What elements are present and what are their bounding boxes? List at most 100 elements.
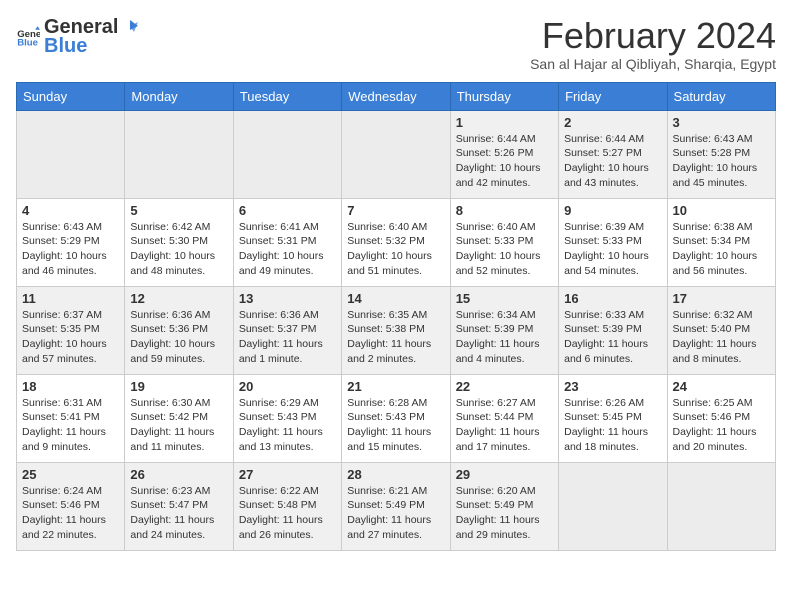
day-number: 24: [673, 379, 770, 394]
calendar-table: SundayMondayTuesdayWednesdayThursdayFrid…: [16, 82, 776, 551]
day-number: 21: [347, 379, 444, 394]
header-day-friday: Friday: [559, 82, 667, 110]
day-info: Sunrise: 6:23 AM Sunset: 5:47 PM Dayligh…: [130, 484, 227, 543]
day-number: 12: [130, 291, 227, 306]
day-number: 22: [456, 379, 553, 394]
calendar-week-3: 11 Sunrise: 6:37 AM Sunset: 5:35 PM Dayli…: [17, 286, 776, 374]
day-info: Sunrise: 6:37 AM Sunset: 5:35 PM Dayligh…: [22, 308, 119, 367]
day-number: 29: [456, 467, 553, 482]
header-day-monday: Monday: [125, 82, 233, 110]
day-number: 3: [673, 115, 770, 130]
day-info: Sunrise: 6:35 AM Sunset: 5:38 PM Dayligh…: [347, 308, 444, 367]
calendar-cell-week2-day2: 6 Sunrise: 6:41 AM Sunset: 5:31 PM Daylig…: [233, 198, 341, 286]
calendar-cell-week5-day1: 26 Sunrise: 6:23 AM Sunset: 5:47 PM Dayli…: [125, 462, 233, 550]
calendar-cell-week4-day0: 18 Sunrise: 6:31 AM Sunset: 5:41 PM Dayli…: [17, 374, 125, 462]
day-info: Sunrise: 6:21 AM Sunset: 5:49 PM Dayligh…: [347, 484, 444, 543]
header-day-saturday: Saturday: [667, 82, 775, 110]
day-info: Sunrise: 6:20 AM Sunset: 5:49 PM Dayligh…: [456, 484, 553, 543]
day-info: Sunrise: 6:43 AM Sunset: 5:28 PM Dayligh…: [673, 132, 770, 191]
calendar-cell-week4-day6: 24 Sunrise: 6:25 AM Sunset: 5:46 PM Dayli…: [667, 374, 775, 462]
day-info: Sunrise: 6:28 AM Sunset: 5:43 PM Dayligh…: [347, 396, 444, 455]
calendar-cell-week1-day0: [17, 110, 125, 198]
calendar-cell-week5-day2: 27Sunrise: 6:22 AM Sunset: 5:48 PM Dayli…: [233, 462, 341, 550]
day-info: Sunrise: 6:44 AM Sunset: 5:26 PM Dayligh…: [456, 132, 553, 191]
day-info: Sunrise: 6:22 AM Sunset: 5:48 PM Dayligh…: [239, 484, 336, 543]
day-number: 18: [22, 379, 119, 394]
day-number: 26: [130, 467, 227, 482]
calendar-cell-week3-day0: 11 Sunrise: 6:37 AM Sunset: 5:35 PM Dayli…: [17, 286, 125, 374]
calendar-cell-week1-day3: [342, 110, 450, 198]
location-title: San al Hajar al Qibliyah, Sharqia, Egypt: [530, 56, 776, 72]
day-number: 17: [673, 291, 770, 306]
day-number: 25: [22, 467, 119, 482]
day-info: Sunrise: 6:40 AM Sunset: 5:32 PM Dayligh…: [347, 220, 444, 279]
calendar-cell-week1-day5: 2 Sunrise: 6:44 AM Sunset: 5:27 PM Daylig…: [559, 110, 667, 198]
header: General Blue General Blue February 2024 …: [16, 16, 776, 72]
header-day-thursday: Thursday: [450, 82, 558, 110]
calendar-cell-week4-day4: 22 Sunrise: 6:27 AM Sunset: 5:44 PM Dayli…: [450, 374, 558, 462]
day-info: Sunrise: 6:40 AM Sunset: 5:33 PM Dayligh…: [456, 220, 553, 279]
day-info: Sunrise: 6:33 AM Sunset: 5:39 PM Dayligh…: [564, 308, 661, 367]
calendar-cell-week1-day4: 1 Sunrise: 6:44 AM Sunset: 5:26 PM Daylig…: [450, 110, 558, 198]
header-day-sunday: Sunday: [17, 82, 125, 110]
day-number: 6: [239, 203, 336, 218]
calendar-cell-week2-day6: 10 Sunrise: 6:38 AM Sunset: 5:34 PM Dayli…: [667, 198, 775, 286]
day-info: Sunrise: 6:29 AM Sunset: 5:43 PM Dayligh…: [239, 396, 336, 455]
day-info: Sunrise: 6:34 AM Sunset: 5:39 PM Dayligh…: [456, 308, 553, 367]
calendar-cell-week5-day6: [667, 462, 775, 550]
calendar-cell-week3-day2: 13Sunrise: 6:36 AM Sunset: 5:37 PM Dayli…: [233, 286, 341, 374]
logo-icon: General Blue: [16, 25, 40, 49]
day-info: Sunrise: 6:44 AM Sunset: 5:27 PM Dayligh…: [564, 132, 661, 191]
calendar-cell-week4-day2: 20 Sunrise: 6:29 AM Sunset: 5:43 PM Dayli…: [233, 374, 341, 462]
day-info: Sunrise: 6:32 AM Sunset: 5:40 PM Dayligh…: [673, 308, 770, 367]
logo: General Blue General Blue: [16, 16, 138, 58]
calendar-cell-week3-day6: 17 Sunrise: 6:32 AM Sunset: 5:40 PM Dayli…: [667, 286, 775, 374]
day-info: Sunrise: 6:36 AM Sunset: 5:36 PM Dayligh…: [130, 308, 227, 367]
day-number: 10: [673, 203, 770, 218]
calendar-cell-week2-day3: 7Sunrise: 6:40 AM Sunset: 5:32 PM Daylig…: [342, 198, 450, 286]
calendar-cell-week2-day1: 5 Sunrise: 6:42 AM Sunset: 5:30 PM Daylig…: [125, 198, 233, 286]
calendar-week-4: 18 Sunrise: 6:31 AM Sunset: 5:41 PM Dayli…: [17, 374, 776, 462]
day-number: 2: [564, 115, 661, 130]
title-area: February 2024 San al Hajar al Qibliyah, …: [530, 16, 776, 72]
calendar-week-2: 4Sunrise: 6:43 AM Sunset: 5:29 PM Daylig…: [17, 198, 776, 286]
day-info: Sunrise: 6:41 AM Sunset: 5:31 PM Dayligh…: [239, 220, 336, 279]
header-day-wednesday: Wednesday: [342, 82, 450, 110]
day-info: Sunrise: 6:31 AM Sunset: 5:41 PM Dayligh…: [22, 396, 119, 455]
day-number: 9: [564, 203, 661, 218]
day-number: 14: [347, 291, 444, 306]
calendar-cell-week1-day1: [125, 110, 233, 198]
day-number: 13: [239, 291, 336, 306]
calendar-cell-week3-day1: 12 Sunrise: 6:36 AM Sunset: 5:36 PM Dayli…: [125, 286, 233, 374]
calendar-cell-week2-day0: 4Sunrise: 6:43 AM Sunset: 5:29 PM Daylig…: [17, 198, 125, 286]
calendar-cell-week2-day4: 8 Sunrise: 6:40 AM Sunset: 5:33 PM Daylig…: [450, 198, 558, 286]
day-number: 8: [456, 203, 553, 218]
day-number: 5: [130, 203, 227, 218]
header-day-tuesday: Tuesday: [233, 82, 341, 110]
day-info: Sunrise: 6:43 AM Sunset: 5:29 PM Dayligh…: [22, 220, 119, 279]
calendar-week-5: 25 Sunrise: 6:24 AM Sunset: 5:46 PM Dayli…: [17, 462, 776, 550]
calendar-cell-week3-day5: 16 Sunrise: 6:33 AM Sunset: 5:39 PM Dayli…: [559, 286, 667, 374]
day-info: Sunrise: 6:26 AM Sunset: 5:45 PM Dayligh…: [564, 396, 661, 455]
calendar-cell-week5-day4: 29 Sunrise: 6:20 AM Sunset: 5:49 PM Dayli…: [450, 462, 558, 550]
month-title: February 2024: [530, 16, 776, 56]
day-info: Sunrise: 6:30 AM Sunset: 5:42 PM Dayligh…: [130, 396, 227, 455]
day-info: Sunrise: 6:25 AM Sunset: 5:46 PM Dayligh…: [673, 396, 770, 455]
day-info: Sunrise: 6:42 AM Sunset: 5:30 PM Dayligh…: [130, 220, 227, 279]
day-info: Sunrise: 6:24 AM Sunset: 5:46 PM Dayligh…: [22, 484, 119, 543]
calendar-cell-week4-day3: 21 Sunrise: 6:28 AM Sunset: 5:43 PM Dayli…: [342, 374, 450, 462]
day-number: 19: [130, 379, 227, 394]
calendar-cell-week4-day5: 23Sunrise: 6:26 AM Sunset: 5:45 PM Dayli…: [559, 374, 667, 462]
day-info: Sunrise: 6:27 AM Sunset: 5:44 PM Dayligh…: [456, 396, 553, 455]
calendar-cell-week3-day3: 14 Sunrise: 6:35 AM Sunset: 5:38 PM Dayli…: [342, 286, 450, 374]
calendar-cell-week5-day3: 28Sunrise: 6:21 AM Sunset: 5:49 PM Dayli…: [342, 462, 450, 550]
day-number: 15: [456, 291, 553, 306]
day-number: 20: [239, 379, 336, 394]
calendar-cell-week1-day2: [233, 110, 341, 198]
day-info: Sunrise: 6:38 AM Sunset: 5:34 PM Dayligh…: [673, 220, 770, 279]
calendar-cell-week2-day5: 9Sunrise: 6:39 AM Sunset: 5:33 PM Daylig…: [559, 198, 667, 286]
calendar-cell-week5-day0: 25 Sunrise: 6:24 AM Sunset: 5:46 PM Dayli…: [17, 462, 125, 550]
day-number: 1: [456, 115, 553, 130]
day-number: 11: [22, 291, 119, 306]
day-number: 16: [564, 291, 661, 306]
